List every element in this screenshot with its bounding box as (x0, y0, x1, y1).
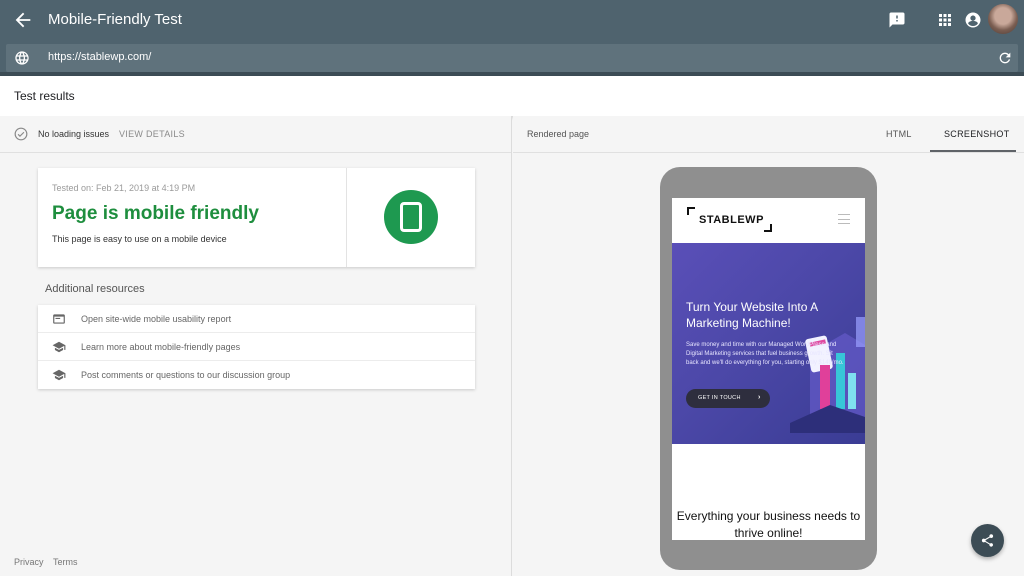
site-hero: Turn Your Website Into A Marketing Machi… (672, 243, 865, 444)
graduation-cap-icon (52, 341, 66, 353)
card-divider (346, 168, 347, 267)
test-results-header: Test results (0, 76, 1024, 116)
resource-item-usability-report[interactable]: Open site-wide mobile usability report (38, 305, 475, 333)
hero-title: Turn Your Website Into A Marketing Machi… (686, 300, 818, 330)
loading-status-row: No loading issues VIEW DETAILS (0, 116, 511, 153)
url-text: https://stablewp.com/ (48, 51, 152, 63)
get-in-touch-button: GET IN TOUCH › (686, 389, 770, 408)
app-bar: Mobile-Friendly Test (0, 0, 1024, 42)
view-details-link[interactable]: VIEW DETAILS (119, 129, 185, 139)
resources-list: Open site-wide mobile usability report L… (38, 305, 475, 389)
rendered-page-panel: Rendered page HTML SCREENSHOT STABLEWP T… (513, 116, 1024, 576)
tab-html[interactable]: HTML (886, 129, 912, 139)
result-subtext: This page is easy to use on a mobile dev… (52, 234, 227, 244)
phone-frame: STABLEWP Turn Your Website Into A Market… (660, 167, 877, 570)
rendered-page-label: Rendered page (527, 129, 590, 139)
resource-item-discussion-group[interactable]: Post comments or questions to our discus… (38, 361, 475, 389)
marketing-illustration-icon (790, 317, 865, 433)
url-bar: https://stablewp.com/ (0, 42, 1024, 76)
result-card: Tested on: Feb 21, 2019 at 4:19 PM Page … (38, 168, 475, 267)
apps-grid-icon[interactable] (936, 11, 954, 29)
loading-status-text: No loading issues (38, 129, 110, 139)
hamburger-menu-icon (838, 214, 850, 224)
check-circle-icon (14, 127, 28, 141)
terms-link[interactable]: Terms (53, 557, 78, 567)
additional-resources-heading: Additional resources (45, 283, 145, 295)
results-panel: No loading issues VIEW DETAILS Tested on… (0, 116, 512, 576)
share-icon (981, 534, 994, 547)
logo-corner-mark (687, 207, 695, 215)
resource-label: Post comments or questions to our discus… (81, 370, 291, 380)
browser-window-icon (53, 314, 65, 324)
tested-on-timestamp: Tested on: Feb 21, 2019 at 4:19 PM (52, 183, 196, 193)
graduation-cap-icon (52, 369, 66, 381)
hero-description: Save money and time with our Managed Wor… (686, 342, 844, 366)
site-logo: STABLEWP (699, 214, 764, 226)
globe-icon (15, 51, 29, 65)
test-results-title: Test results (14, 89, 75, 103)
privacy-link[interactable]: Privacy (14, 557, 44, 567)
rendered-page-header: Rendered page HTML SCREENSHOT (513, 116, 1024, 153)
resource-label: Learn more about mobile-friendly pages (81, 342, 241, 352)
chevron-right-icon: › (758, 394, 761, 401)
account-circle-icon[interactable] (964, 11, 982, 29)
mobile-phone-badge-icon (384, 190, 438, 244)
back-arrow-icon[interactable] (12, 9, 34, 31)
result-headline: Page is mobile friendly (52, 203, 259, 224)
refresh-icon[interactable] (997, 50, 1013, 66)
app-title: Mobile-Friendly Test (48, 11, 182, 28)
tab-screenshot[interactable]: SCREENSHOT (944, 129, 1010, 139)
logo-corner-mark (764, 224, 772, 232)
feedback-icon[interactable] (888, 11, 906, 29)
site-tagline: Everything your business needs to thrive… (676, 509, 861, 540)
get-in-touch-label: GET IN TOUCH (698, 395, 741, 401)
url-field[interactable]: https://stablewp.com/ (6, 44, 1018, 72)
share-button[interactable] (971, 524, 1004, 557)
page-screenshot: STABLEWP Turn Your Website Into A Market… (672, 198, 865, 540)
active-tab-indicator (930, 150, 1016, 152)
resource-label: Open site-wide mobile usability report (81, 314, 232, 324)
user-avatar[interactable] (988, 4, 1018, 34)
resource-item-learn-more[interactable]: Learn more about mobile-friendly pages (38, 333, 475, 361)
site-header: STABLEWP (672, 198, 865, 243)
